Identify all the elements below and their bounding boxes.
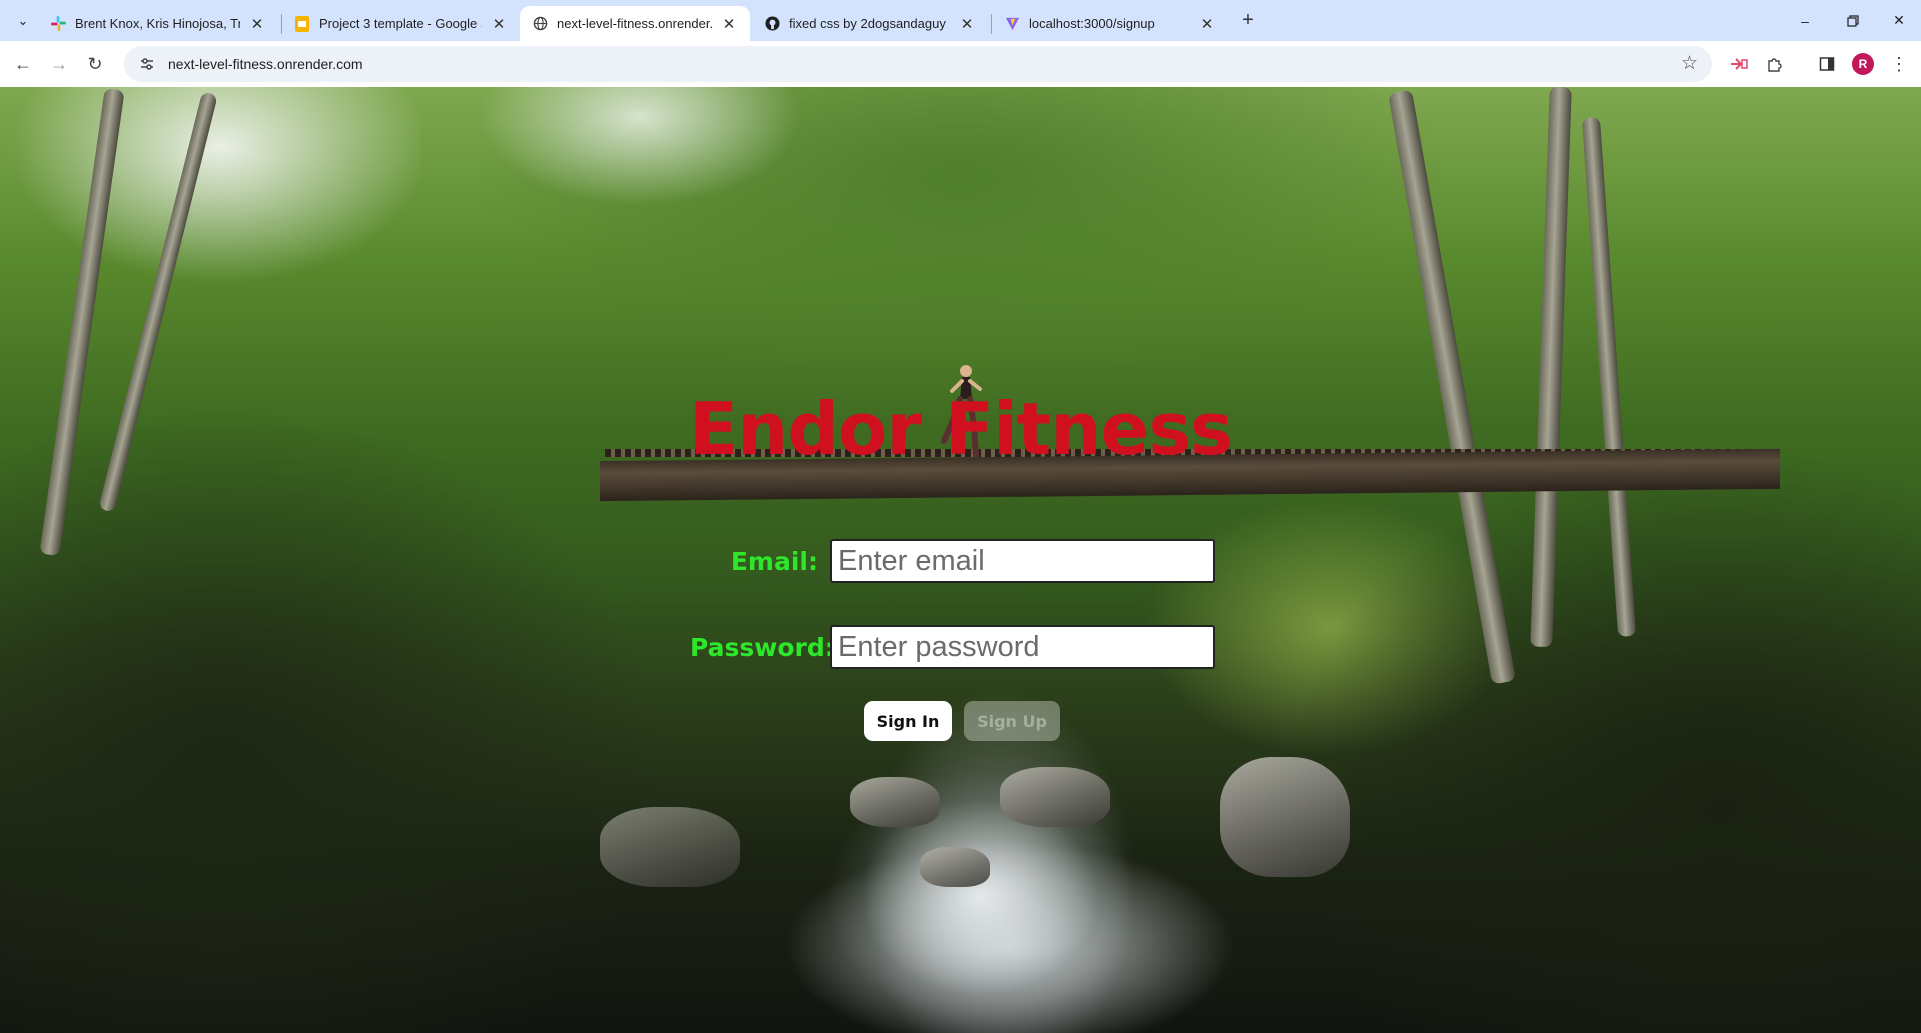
close-tab-icon[interactable]: ✕: [958, 15, 976, 33]
profile-avatar[interactable]: R: [1848, 49, 1878, 79]
tab-title: Project 3 template - Google Slid: [319, 16, 482, 31]
rock: [920, 847, 990, 887]
back-arrow-icon[interactable]: ←: [8, 49, 38, 79]
reload-icon[interactable]: ↻: [80, 49, 110, 79]
tab-slack[interactable]: Brent Knox, Kris Hinojosa, Trista ✕: [38, 6, 278, 41]
sign-up-button[interactable]: Sign Up: [964, 701, 1060, 741]
rock: [1000, 767, 1110, 827]
site-info-icon[interactable]: [132, 49, 162, 79]
address-bar[interactable]: next-level-fitness.onrender.com ☆: [124, 46, 1712, 82]
globe-icon: [532, 16, 548, 32]
bookmark-star-icon[interactable]: ☆: [1681, 52, 1698, 75]
rock: [600, 807, 740, 887]
page-background: Endor Fitness Email: Password: Sign In S…: [0, 87, 1921, 1033]
tab-search-chevron-icon[interactable]: ⌄: [10, 8, 36, 34]
new-tab-plus-icon[interactable]: +: [1235, 7, 1261, 33]
email-label: Email:: [730, 546, 818, 576]
restore-icon[interactable]: [1830, 0, 1876, 41]
url-text[interactable]: next-level-fitness.onrender.com: [168, 56, 363, 72]
minimize-icon[interactable]: –: [1782, 0, 1828, 41]
email-field[interactable]: [830, 539, 1215, 583]
close-tab-icon[interactable]: ✕: [490, 15, 508, 33]
password-row: Password:: [690, 625, 1215, 669]
vite-icon: [1004, 16, 1020, 32]
sign-in-button[interactable]: Sign In: [864, 701, 952, 741]
tab-title: Brent Knox, Kris Hinojosa, Trista: [75, 16, 240, 31]
background-sky-right: [440, 87, 860, 247]
rock: [850, 777, 940, 827]
tab-strip: ⌄ Brent Knox, Kris Hinojosa, Trista ✕ Pr…: [0, 0, 1921, 41]
password-label: Password:: [690, 632, 835, 662]
email-row: Email:: [690, 539, 1215, 583]
close-tab-icon[interactable]: ✕: [248, 15, 266, 33]
tab-active-fitness[interactable]: next-level-fitness.onrender.com ✕: [520, 6, 750, 41]
extensions-puzzle-icon[interactable]: [1760, 49, 1790, 79]
tab-localhost-signup[interactable]: localhost:3000/signup ✕: [992, 6, 1228, 41]
browser-toolbar: ← → ↻ next-level-fitness.onrender.com ☆ …: [0, 41, 1921, 87]
extension-arrow-icon[interactable]: [1724, 49, 1754, 79]
google-slides-icon: [294, 15, 310, 32]
more-menu-icon[interactable]: ⋮: [1884, 49, 1914, 79]
github-icon: [764, 16, 780, 32]
tab-github[interactable]: fixed css by 2dogsandaguy · Pu ✕: [752, 6, 988, 41]
tab-title: next-level-fitness.onrender.com: [557, 16, 712, 31]
password-field[interactable]: [830, 625, 1215, 669]
side-panel-icon[interactable]: [1812, 49, 1842, 79]
rock: [1220, 757, 1350, 877]
slack-icon: [50, 16, 66, 32]
background-forest-right: [1201, 447, 1921, 1033]
tab-title: fixed css by 2dogsandaguy · Pu: [789, 16, 950, 31]
close-tab-icon[interactable]: ✕: [1198, 15, 1216, 33]
close-tab-icon[interactable]: ✕: [720, 15, 738, 33]
close-window-icon[interactable]: ✕: [1876, 0, 1921, 41]
tab-title: localhost:3000/signup: [1029, 16, 1155, 31]
brand-title: Endor Fitness: [688, 387, 1233, 471]
waterfall: [770, 747, 1190, 1033]
forward-arrow-icon[interactable]: →: [44, 49, 74, 79]
tab-google-slides[interactable]: Project 3 template - Google Slid ✕: [282, 6, 520, 41]
